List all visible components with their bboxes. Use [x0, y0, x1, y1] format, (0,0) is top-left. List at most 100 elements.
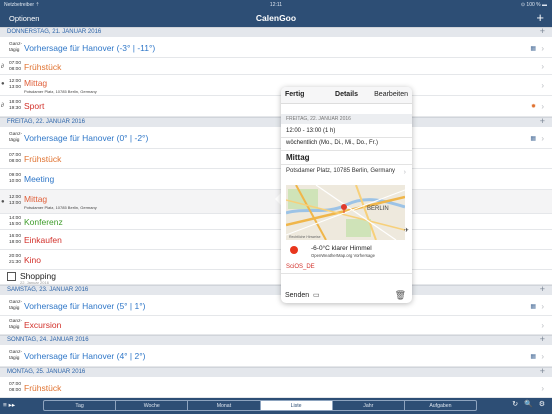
day-header: MONTAG, 25. JANUAR 2016 +: [0, 366, 552, 377]
clock: 12:11: [269, 2, 283, 8]
chevron-right-icon: ›: [541, 102, 544, 111]
event-row[interactable]: Ganz-tägig Vorhersage für Hanover (-3° |…: [0, 38, 552, 58]
location-map[interactable]: BERLIN Rechtliche Hinweise: [285, 184, 406, 241]
tab-month[interactable]: Monat: [188, 401, 261, 410]
chevron-right-icon: ›: [541, 321, 544, 330]
event-title: Vorhersage für Hanover (5° | 1°): [24, 301, 146, 311]
event-row[interactable]: 16:00 18:00 Einkaufen: [0, 230, 552, 250]
chevron-right-icon: ›: [541, 352, 544, 361]
event-row[interactable]: ∂ 07:00 08:00 Frühstück ›: [0, 58, 552, 75]
event-time: 07:00 08:00: [9, 153, 22, 164]
event-details-popover: Fertig Details Bearbeiten FREITAG, 22. J…: [281, 87, 412, 303]
weather-icon: ▦: [530, 136, 536, 142]
event-title: Mittag: [286, 153, 310, 162]
trash-icon[interactable]: 🗑: [395, 290, 406, 301]
event-location: Potsdamer Platz, 10785 Berlin, Germany: [24, 89, 97, 94]
chevron-right-icon: ›: [541, 302, 544, 311]
day-header: SONNTAG, 24. JANUAR 2016 +: [0, 334, 552, 345]
chevron-right-icon: ›: [541, 134, 544, 143]
event-time: 09:00 10:00: [9, 173, 22, 184]
day-header-label: FREITAG, 22. JANUAR 2016: [7, 119, 85, 125]
agenda-list[interactable]: DONNERSTAG, 21. JANUAR 2016 + Ganz-tägig…: [0, 27, 552, 398]
map-city-label: BERLIN: [367, 206, 389, 212]
event-title: Frühstück: [24, 154, 62, 164]
attachment-icon: ∂: [1, 64, 4, 70]
battery-indicator: ⊙ 100 % ▬: [520, 2, 547, 8]
day-header: FREITAG, 22. JANUAR 2016 +: [0, 116, 552, 127]
popover-date-header: FREITAG, 22. JANUAR 2016: [281, 114, 412, 124]
weather-forecast: -6-0°C klarer Himmel: [311, 245, 372, 252]
tab-tasks[interactable]: Aufgaben: [405, 401, 476, 410]
add-day-event-icon[interactable]: +: [540, 284, 545, 294]
divider: [281, 164, 412, 165]
add-event-button[interactable]: +: [536, 10, 544, 25]
sun-icon: [290, 246, 298, 254]
event-row[interactable]: 09:00 10:00 Meeting: [0, 169, 552, 190]
event-time: Ganz-tägig: [9, 319, 23, 330]
add-day-event-icon[interactable]: +: [540, 27, 545, 36]
map-legal-label[interactable]: Rechtliche Hinweise: [289, 235, 321, 239]
popover-footer: Senden ▭ 🗑: [281, 287, 412, 303]
edit-button[interactable]: Bearbeiten: [374, 91, 408, 98]
event-row[interactable]: 14:00 15:00 Konferenz: [0, 214, 552, 230]
tab-year[interactable]: Jahr: [333, 401, 405, 410]
chevron-right-icon: ›: [403, 169, 406, 176]
event-row[interactable]: Ganz-tägig Vorhersage für Hanover (0° | …: [0, 128, 552, 149]
weather-icon: ▦: [530, 46, 536, 52]
event-row[interactable]: 20:00 21:30 Kino: [0, 250, 552, 270]
task-row[interactable]: Shopping 22. Januar 2016: [0, 270, 552, 285]
event-time: 20:00 21:30: [9, 254, 22, 265]
status-bar: Netzbetreiber ⇡ 12:11 ⊙ 100 % ▬: [0, 0, 552, 10]
event-title: Sport: [24, 101, 45, 111]
event-row[interactable]: 07:00 08:00 Frühstück: [0, 149, 552, 169]
calendar-name: SciOS_DE: [286, 264, 315, 270]
day-header-label: SAMSTAG, 23. JANUAR 2016: [7, 287, 89, 293]
event-row[interactable]: Ganz-tägig Vorhersage für Hanover (4° | …: [0, 346, 552, 367]
people-icon: ●: [1, 199, 5, 205]
event-time: Ganz-tägig: [9, 132, 23, 143]
task-checkbox[interactable]: [7, 272, 16, 281]
event-row[interactable]: ● 12:00 13:00 Mittag Potsdamer Platz, 107…: [0, 75, 552, 96]
event-time: 12:00 13:00: [9, 195, 22, 206]
popover-date: FREITAG, 22. JANUAR 2016: [286, 116, 351, 122]
event-time: 07:00 08:00: [9, 382, 22, 393]
event-title: Mittag: [24, 78, 48, 88]
event-address[interactable]: Potsdamer Platz, 10785 Berlin, Germany: [286, 168, 396, 175]
event-row[interactable]: Ganz-tägig Excursion ›: [0, 316, 552, 335]
navigate-icon[interactable]: ✈: [404, 227, 409, 234]
event-time: 07:00 08:00: [9, 61, 22, 72]
event-title: Vorhersage für Hanover (4° | 2°): [24, 351, 146, 361]
event-time: 14:00 15:00: [9, 216, 22, 227]
tab-list[interactable]: Liste: [260, 401, 333, 410]
event-title: Meeting: [24, 174, 55, 184]
add-day-event-icon[interactable]: +: [540, 116, 545, 126]
event-title: Kino: [24, 255, 42, 265]
weather-icon: ▦: [530, 354, 536, 360]
event-row[interactable]: ∂ 18:00 19:30 Sport ✹ ›: [0, 96, 552, 117]
event-time: 18:00 19:30: [9, 100, 22, 111]
time-range: 12:00 - 13:00 (1 h): [286, 128, 336, 134]
event-row[interactable]: Ganz-tägig Vorhersage für Hanover (5° | …: [0, 296, 552, 316]
add-day-event-icon[interactable]: +: [540, 366, 545, 376]
sun-icon: ✹: [530, 104, 536, 110]
add-day-event-icon[interactable]: +: [540, 334, 545, 344]
event-time: 16:00 18:00: [9, 234, 22, 245]
day-header: SAMSTAG, 23. JANUAR 2016 +: [0, 284, 552, 295]
event-title: Excursion: [24, 320, 62, 330]
popover-toolbar: Fertig Details Bearbeiten: [281, 87, 412, 104]
event-title: Frühstück: [24, 62, 62, 72]
menu-forward-icons[interactable]: ≡ ▸▸: [3, 401, 15, 409]
send-button[interactable]: Senden: [285, 292, 309, 299]
toolbar-icons[interactable]: ↻ 🔍 ⚙: [512, 400, 547, 408]
event-title: Einkaufen: [24, 235, 62, 245]
event-row[interactable]: 07:00 08:00 Frühstück ›: [0, 378, 552, 398]
folder-icon[interactable]: ▭: [313, 291, 320, 299]
recurrence: wöchentlich (Mo., Di., Mi., Do., Fr.): [286, 140, 379, 146]
chevron-right-icon: ›: [541, 44, 544, 53]
tab-week[interactable]: Woche: [116, 401, 189, 410]
divider: [281, 137, 412, 138]
event-title: Vorhersage für Hanover (-3° | -11°): [24, 43, 156, 53]
tab-day[interactable]: Tag: [44, 401, 117, 410]
event-title: Konferenz: [24, 217, 63, 227]
event-title: Frühstück: [24, 383, 62, 393]
